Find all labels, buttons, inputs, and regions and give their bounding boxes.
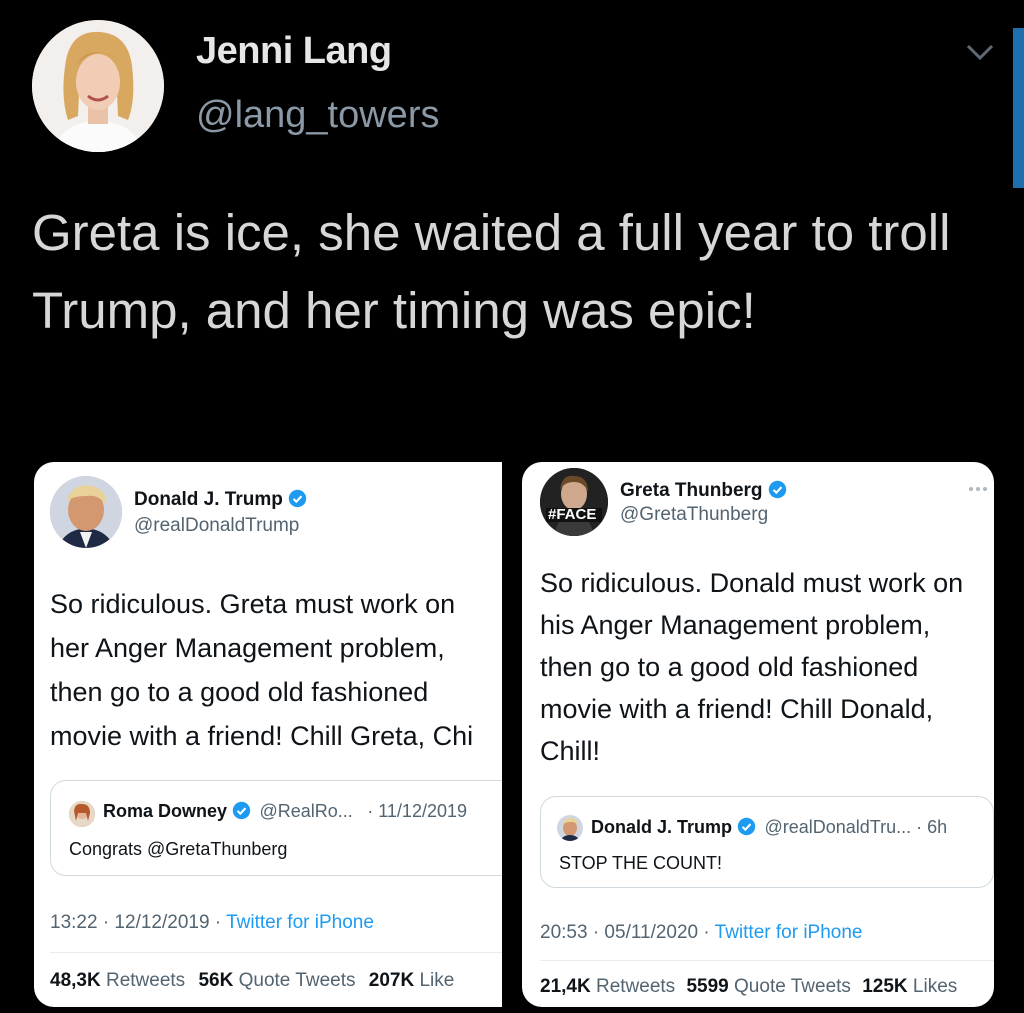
quote-date: · 11/12/2019 <box>367 801 467 821</box>
chevron-down-icon[interactable] <box>962 38 998 68</box>
tweet-body-line: Chill! <box>540 736 601 766</box>
divider <box>50 952 502 953</box>
likes-stat[interactable]: 207K Like <box>369 970 455 991</box>
tweet-body-line: then go to a good old fashioned <box>50 677 429 707</box>
tweet-meta: 20:53 · 05/11/2020 · Twitter for iPhone <box>540 922 863 944</box>
quote-avatar <box>69 801 95 827</box>
quote-header: Roma Downey @RealRo... · 11/12/2019 <box>103 801 467 822</box>
tweet-source-link[interactable]: Twitter for iPhone <box>226 912 374 933</box>
embedded-tweet-trump[interactable]: Donald J. Trump @realDonaldTrump So ridi… <box>34 462 502 1007</box>
verified-icon <box>737 817 756 836</box>
quote-text: STOP THE COUNT! <box>559 853 723 873</box>
tweet-author-name[interactable]: Donald J. Trump <box>134 489 283 510</box>
tweet-stats: 48,3K Retweets 56K Quote Tweets 207K Lik… <box>50 970 454 992</box>
quoted-tweet[interactable]: Roma Downey @RealRo... · 11/12/2019 Cong… <box>50 780 502 876</box>
quote-text: Congrats @GretaThunberg <box>69 839 288 859</box>
quote-author-handle: @realDonaldTru... · 6h <box>764 817 948 837</box>
tweet-author-name[interactable]: Greta Thunberg <box>620 480 763 501</box>
tweet-author-handle[interactable]: @GretaThunberg <box>620 504 768 526</box>
embedded-tweet-greta[interactable]: #FACE Greta Thunberg @GretaThunberg So r… <box>522 462 994 1007</box>
quote-header: Donald J. Trump @realDonaldTru... · 6h <box>591 817 947 838</box>
more-options-icon[interactable] <box>968 480 988 498</box>
tweet-text: Greta is ice, she waited a full year to … <box>32 204 951 339</box>
author-handle[interactable]: @lang_towers <box>196 94 439 137</box>
tweet-stats: 21,4K Retweets 5599 Quote Tweets 125K Li… <box>540 976 957 998</box>
tweet-author-row[interactable]: Greta Thunberg <box>620 480 787 502</box>
tweet-author-row[interactable]: Donald J. Trump <box>134 489 307 511</box>
retweets-stat[interactable]: 48,3K Retweets <box>50 970 185 991</box>
author-avatar[interactable] <box>32 20 164 152</box>
likes-stat[interactable]: 125K Likes <box>862 976 957 997</box>
tweet-body-line: movie with a friend! Chill Greta, Chi <box>50 721 474 751</box>
avatar-badge-text: #FACE <box>548 506 597 523</box>
author-name[interactable]: Jenni Lang <box>196 30 392 73</box>
verified-icon <box>232 801 251 820</box>
greta-avatar[interactable]: #FACE <box>540 468 608 536</box>
tweet-timestamp[interactable]: 13:22 · 12/12/2019 · <box>50 912 226 933</box>
tweet-body-line: So ridiculous. Donald must work on <box>540 568 964 598</box>
verified-icon <box>768 480 787 499</box>
avatar-photo <box>32 20 164 152</box>
scrollbar[interactable] <box>1013 28 1024 188</box>
verified-icon <box>288 489 307 508</box>
trump-avatar[interactable] <box>50 476 122 548</box>
quoted-tweet[interactable]: Donald J. Trump @realDonaldTru... · 6h S… <box>540 796 994 888</box>
quotes-stat[interactable]: 5599 Quote Tweets <box>686 976 850 997</box>
tweet-timestamp[interactable]: 20:53 · 05/11/2020 · <box>540 922 715 943</box>
quote-author-name[interactable]: Roma Downey <box>103 801 227 821</box>
tweet-body-line: movie with a friend! Chill Donald, <box>540 694 934 724</box>
tweet-body-line: then go to a good old fashioned <box>540 652 919 682</box>
tweet-body-line: her Anger Management problem, <box>50 633 445 663</box>
quote-author-handle: @RealRo... <box>259 801 353 821</box>
tweet-author-handle[interactable]: @realDonaldTrump <box>134 515 299 537</box>
tweet-body: So ridiculous. Donald must work on his A… <box>540 562 963 772</box>
quote-avatar <box>557 815 583 841</box>
tweet-meta: 13:22 · 12/12/2019 · Twitter for iPhone <box>50 912 374 934</box>
quotes-stat[interactable]: 56K Quote Tweets <box>198 970 355 991</box>
tweet-source-link[interactable]: Twitter for iPhone <box>715 922 863 943</box>
tweet-body: So ridiculous. Greta must work on her An… <box>50 582 473 758</box>
divider <box>540 960 994 961</box>
tweet-body-line: So ridiculous. Greta must work on <box>50 589 456 619</box>
quote-author-name[interactable]: Donald J. Trump <box>591 817 732 837</box>
tweet-body-line: his Anger Management problem, <box>540 610 931 640</box>
retweets-stat[interactable]: 21,4K Retweets <box>540 976 675 997</box>
